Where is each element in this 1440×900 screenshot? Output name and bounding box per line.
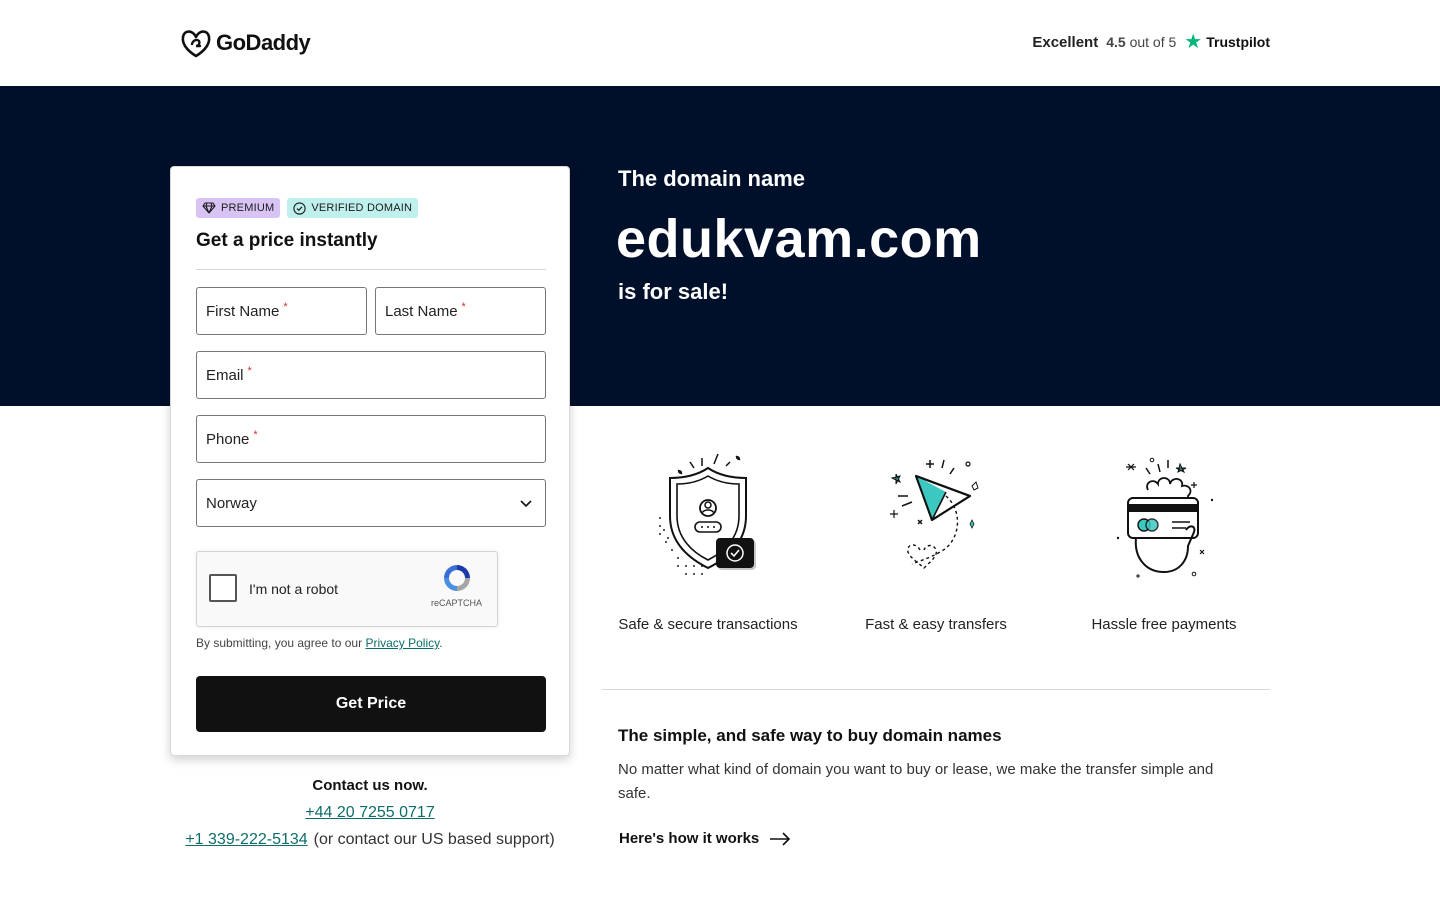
agree-prefix: By submitting, you agree to our	[196, 636, 363, 650]
godaddy-logo[interactable]: GoDaddy	[180, 28, 311, 58]
how-it-works-label: Here's how it works	[619, 830, 760, 847]
form-title: Get a price instantly	[196, 230, 378, 251]
recaptcha-widget: I'm not a robot reCAPTCHA	[196, 551, 498, 627]
contact-phone-us: +1 339-222-5134 (or contact our US based …	[170, 831, 570, 849]
how-it-works-link[interactable]: Here's how it works	[619, 830, 791, 847]
section-divider	[602, 689, 1270, 690]
phone-us-link[interactable]: +1 339-222-5134	[185, 831, 307, 848]
hero-kicker: The domain name	[618, 166, 806, 191]
diamond-icon	[202, 202, 216, 214]
feature-safe-secure: Safe & secure transactions	[598, 446, 818, 633]
agree-suffix: .	[439, 636, 443, 650]
phone-us-note: (or contact our US based support)	[313, 831, 555, 848]
trustpilot-star-icon: ★	[1184, 31, 1203, 53]
first-name-field[interactable]: First Name *	[196, 287, 367, 335]
hero-domain-name: edukvam.com	[616, 209, 982, 269]
info-title: The simple, and safe way to buy domain n…	[618, 726, 1002, 745]
phone-field[interactable]: Phone *	[196, 415, 546, 463]
credit-card-hand-icon	[1116, 457, 1214, 578]
info-body: No matter what kind of domain you want t…	[618, 761, 1214, 802]
check-circle-icon	[293, 201, 307, 215]
hero-sale-text: is for sale!	[618, 279, 729, 304]
verified-badge: VERIFIED DOMAIN	[287, 198, 419, 218]
trust-score-value: 4.5	[1106, 34, 1126, 50]
shield-check-icon	[659, 453, 756, 575]
feature-fast-easy: Fast & easy transfers	[826, 446, 1046, 633]
required-mark: *	[253, 429, 258, 441]
price-form-card: PREMIUM VERIFIED DOMAIN Get a price inst…	[170, 166, 570, 756]
trust-brand: Trustpilot	[1206, 34, 1270, 50]
arrow-right-icon	[770, 831, 791, 846]
paper-plane-icon	[890, 459, 979, 569]
required-mark: *	[461, 301, 466, 313]
contact-phone-primary: +44 20 7255 0717	[170, 804, 570, 822]
verified-badge-label: VERIFIED DOMAIN	[311, 202, 413, 214]
feature-label: Safe & secure transactions	[618, 616, 798, 633]
phone-label: Phone	[206, 430, 250, 448]
phone-primary-link[interactable]: +44 20 7255 0717	[305, 804, 434, 821]
first-name-label: First Name	[206, 302, 280, 320]
email-label: Email	[206, 366, 244, 384]
godaddy-logo-icon	[181, 30, 211, 58]
premium-badge-label: PREMIUM	[221, 202, 275, 214]
country-value: Norway	[206, 494, 257, 512]
trust-rating-word: Excellent	[1032, 33, 1099, 51]
recaptcha-label: I'm not a robot	[249, 581, 339, 597]
feature-label: Fast & easy transfers	[865, 616, 1007, 633]
site-header: GoDaddy Excellent 4.5 out of 5 ★ Trustpi…	[0, 0, 1440, 86]
feature-label: Hassle free payments	[1091, 616, 1237, 633]
contact-title: Contact us now.	[312, 777, 428, 794]
recaptcha-logo-icon	[444, 565, 470, 591]
trust-score-suffix: out of 5	[1129, 34, 1177, 50]
get-price-button[interactable]: Get Price	[196, 676, 546, 732]
last-name-label: Last Name	[385, 302, 458, 320]
form-divider	[196, 269, 546, 270]
privacy-policy-link[interactable]: Privacy Policy	[365, 636, 439, 650]
premium-badge: PREMIUM	[196, 198, 281, 218]
recaptcha-checkbox[interactable]	[209, 574, 237, 602]
required-mark: *	[283, 301, 288, 313]
email-field[interactable]: Email *	[196, 351, 546, 399]
feature-hassle-free: Hassle free payments	[1054, 446, 1274, 633]
domain-badges: PREMIUM VERIFIED DOMAIN	[196, 198, 419, 218]
last-name-field[interactable]: Last Name *	[375, 287, 546, 335]
brand-name: GoDaddy	[216, 30, 311, 55]
trustpilot-rating[interactable]: Excellent 4.5 out of 5 ★ Trustpilot	[1032, 32, 1270, 52]
recaptcha-brand: reCAPTCHA	[431, 598, 483, 608]
required-mark: *	[247, 365, 252, 377]
privacy-agreement: By submitting, you agree to our Privacy …	[196, 636, 443, 650]
trust-score: 4.5 out of 5	[1106, 34, 1176, 50]
country-select[interactable]: Norway	[196, 479, 546, 527]
chevron-down-icon	[520, 500, 532, 508]
